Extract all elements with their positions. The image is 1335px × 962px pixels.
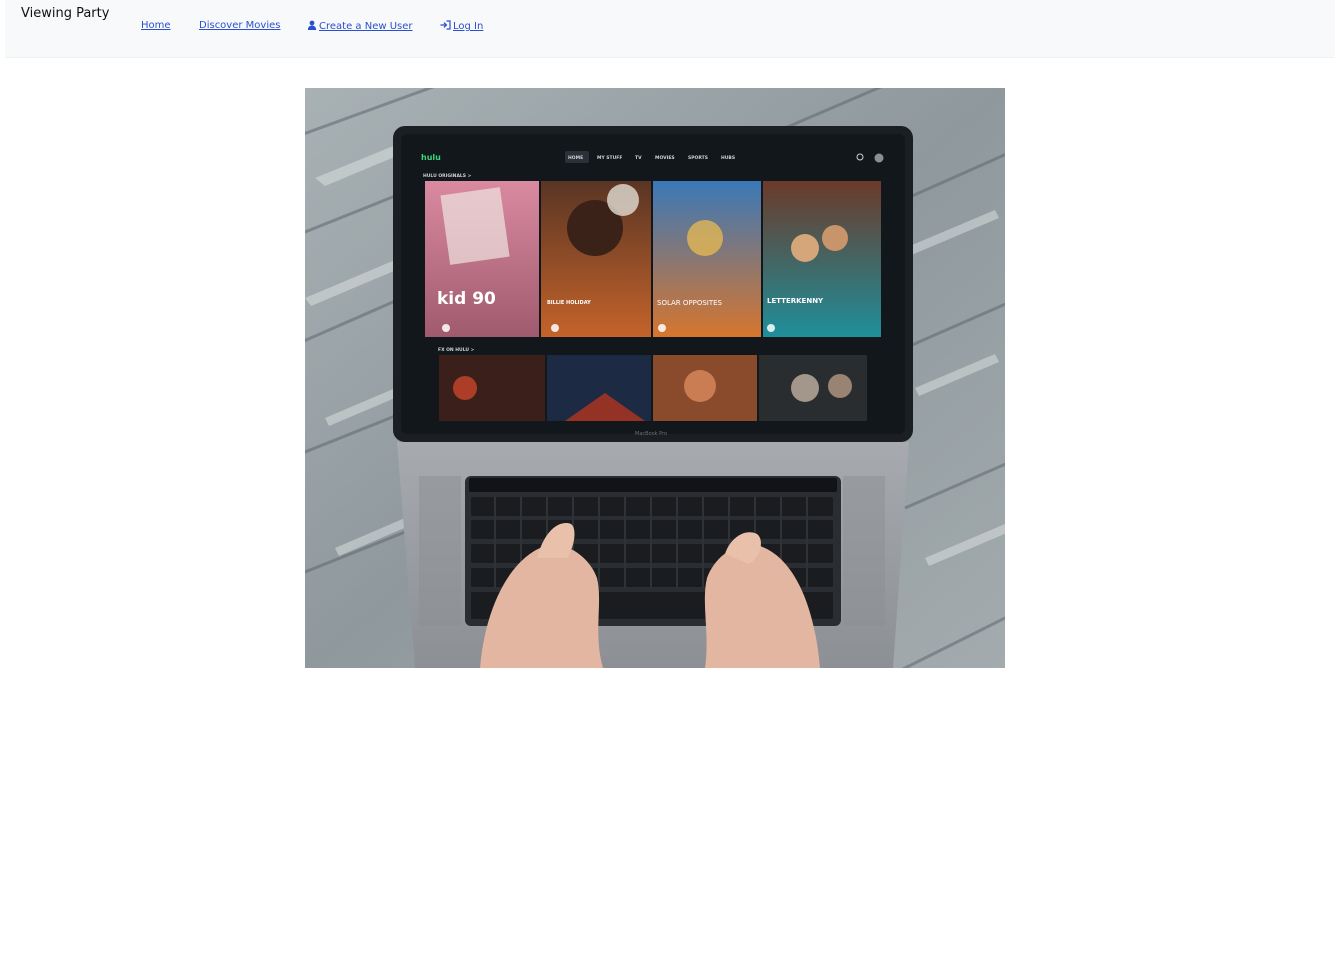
screen-tab-hubs: HUBS [721, 155, 735, 161]
nav-login-link[interactable]: Log In [440, 20, 483, 33]
nav-home-link[interactable]: Home [141, 20, 171, 31]
nav-home-label: Home [141, 20, 171, 31]
nav-discover-movies-link[interactable]: Discover Movies [199, 20, 280, 31]
screen-tab-mystuff: MY STUFF [597, 155, 622, 161]
nav-discover-label: Discover Movies [199, 20, 281, 31]
laptop-label: MacBook Pro [635, 431, 667, 437]
screen-row1-title: HULU ORIGINALS > [423, 173, 472, 179]
brand-title[interactable]: Viewing Party [21, 6, 109, 21]
nav-login-label: Log In [453, 21, 484, 32]
tile-billie-title: BILLIE HOLIDAY [547, 300, 591, 306]
laptop-photo: hulu HOME MY STUFF TV MOVIES SPORTS HUBS… [305, 88, 1005, 668]
screen-tab-home: HOME [568, 155, 583, 161]
tile-letterkenny-title: LETTERKENNY [767, 297, 824, 305]
tile-solar-title: SOLAR OPPOSITES [657, 299, 723, 307]
screen-tab-movies: MOVIES [655, 155, 675, 161]
screen-tab-tv: TV [635, 155, 642, 161]
tile-kid90-title: kid 90 [437, 289, 496, 309]
user-icon [307, 20, 317, 33]
login-icon [440, 20, 451, 33]
hero-image: hulu HOME MY STUFF TV MOVIES SPORTS HUBS… [305, 88, 1005, 668]
screen-tab-sports: SPORTS [688, 155, 708, 161]
screen-avatar-icon [874, 153, 884, 163]
nav-create-user-label: Create a New User [319, 21, 413, 32]
screen-row2-title: FX ON HULU > [438, 347, 475, 353]
screen-brand: hulu [421, 153, 441, 162]
navbar: Viewing Party Home Discover Movies Creat… [5, 0, 1335, 58]
nav-create-user-link[interactable]: Create a New User [307, 20, 413, 33]
